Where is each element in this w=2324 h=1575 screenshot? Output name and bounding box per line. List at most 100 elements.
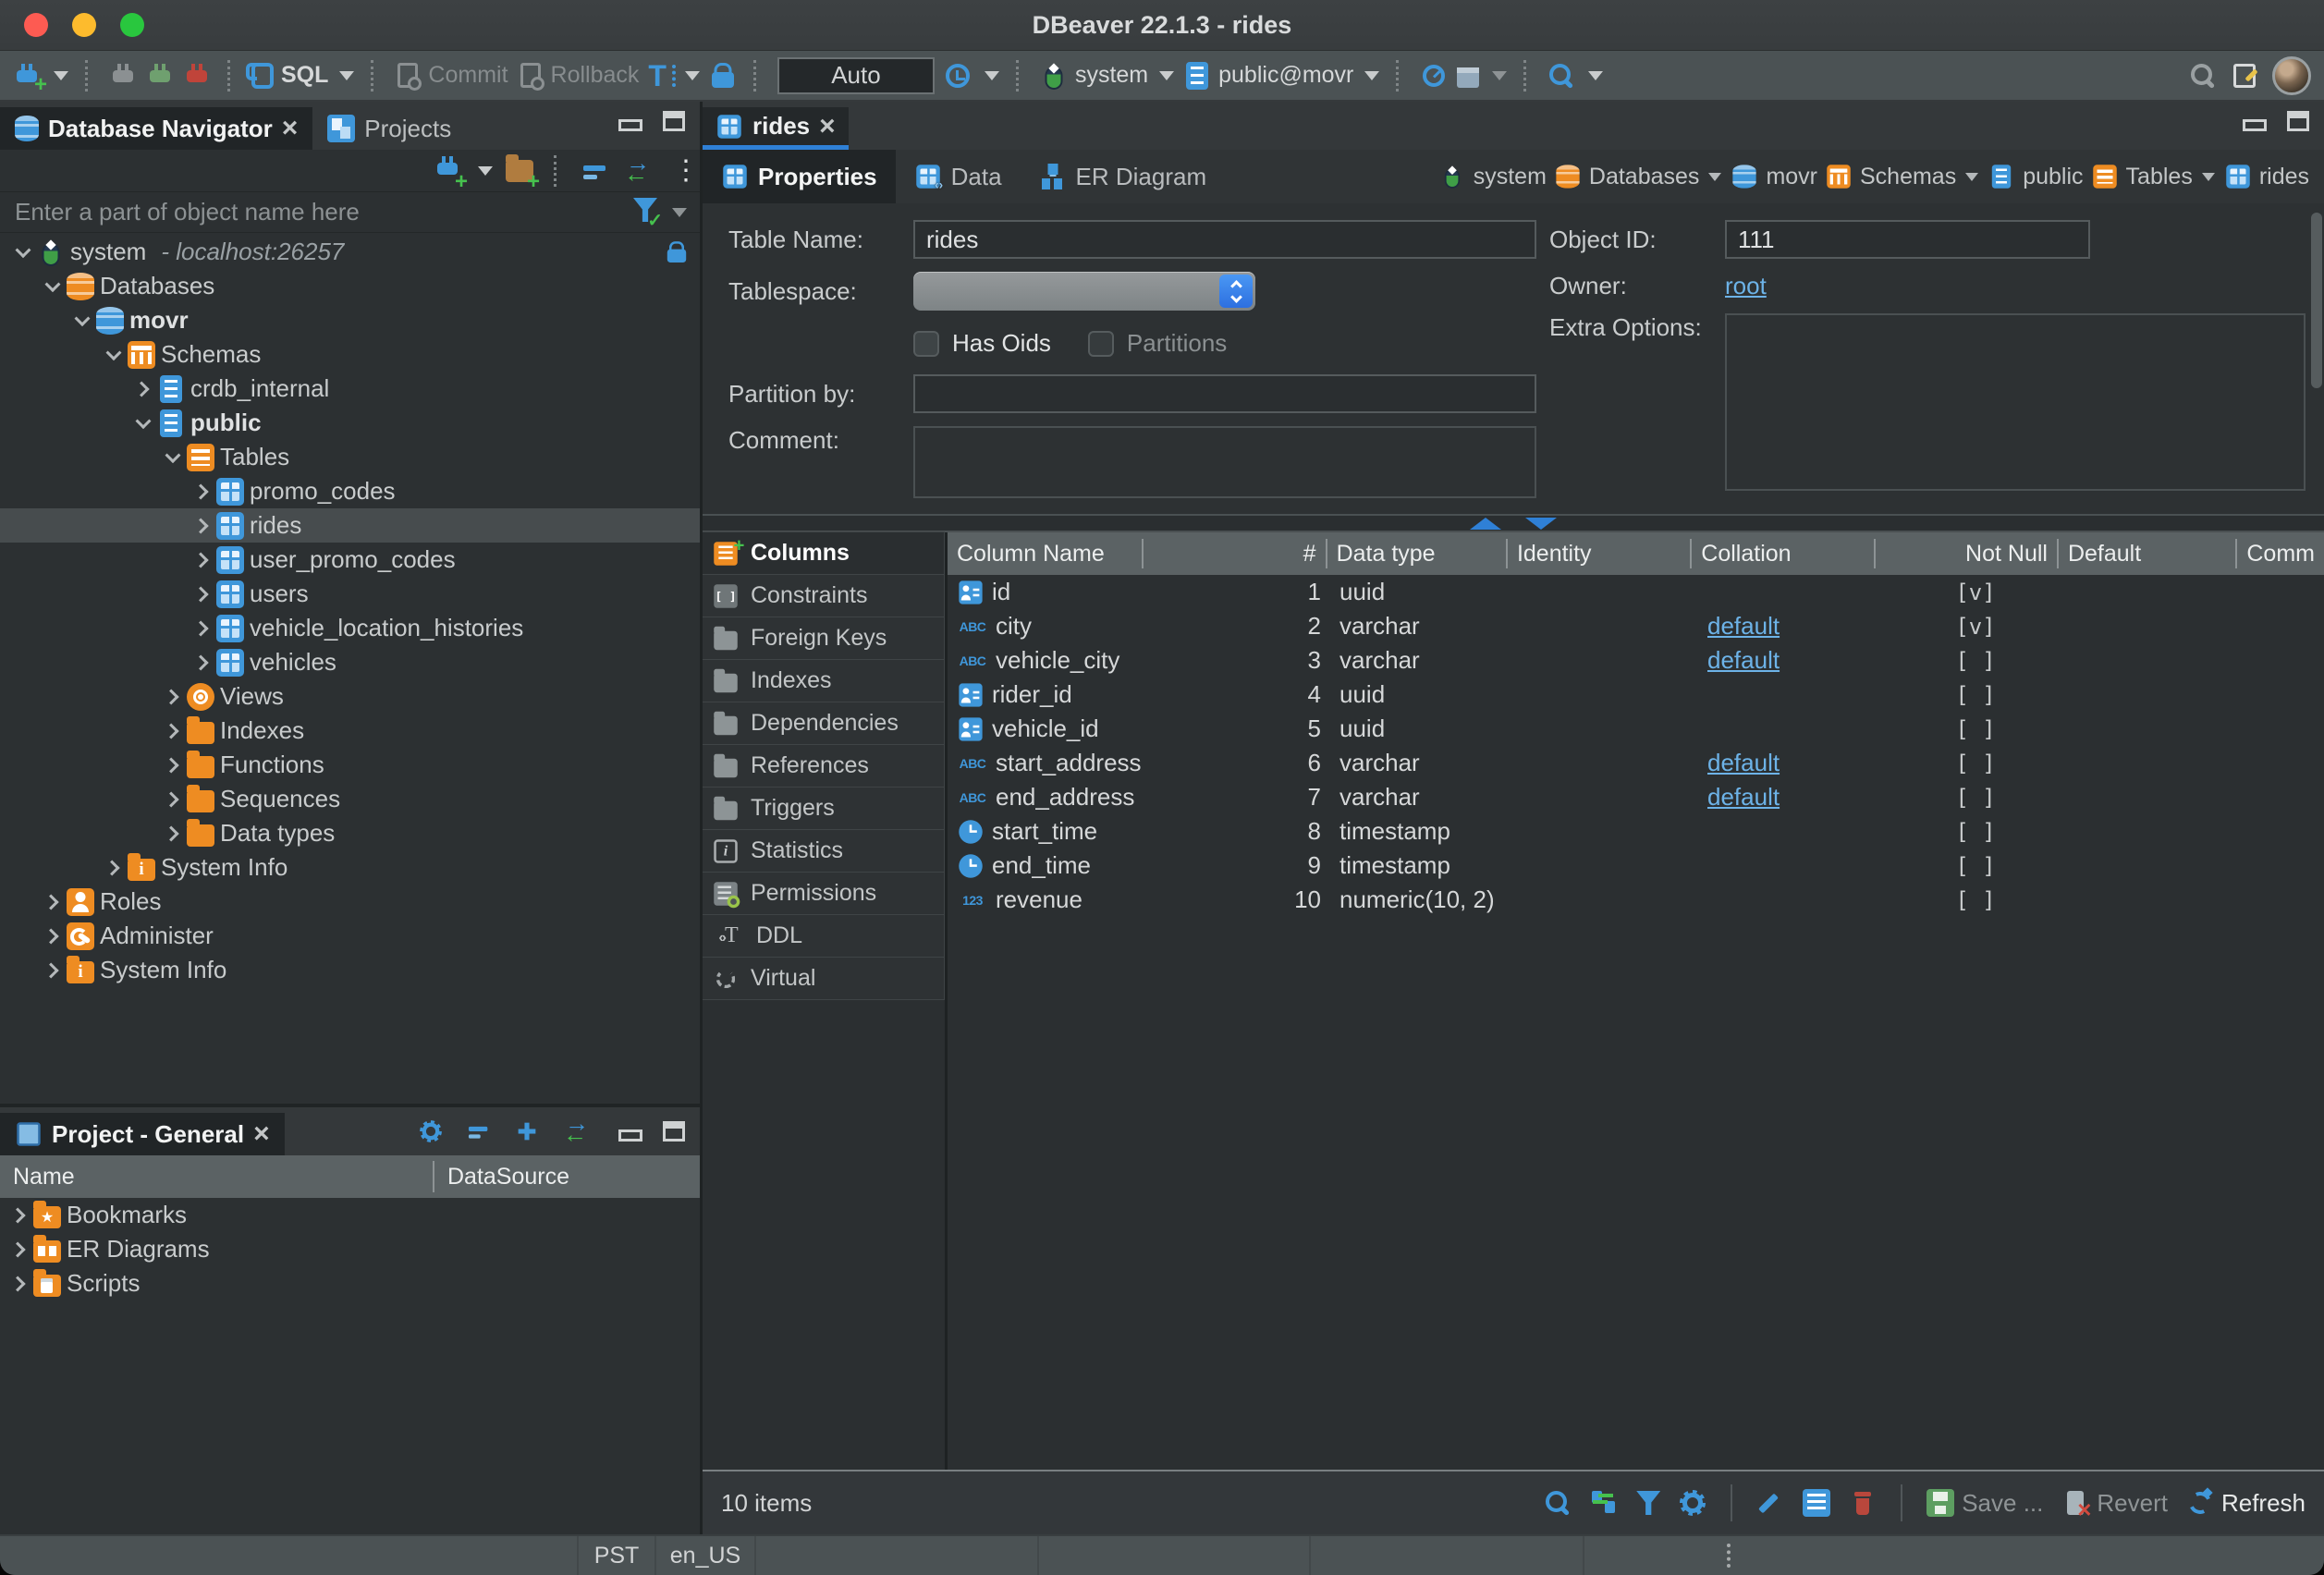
vtab-indexes[interactable]: Indexes (703, 659, 945, 702)
new-folder-button[interactable] (506, 155, 533, 187)
tree-item-system-info[interactable]: System Info (0, 850, 700, 885)
link-with-editor-icon[interactable]: →← (561, 1117, 598, 1146)
chevron-right-icon[interactable] (159, 816, 187, 850)
tab-data[interactable]: ‹› Data (896, 150, 1021, 203)
tree-item-vehicles[interactable]: vehicles (0, 645, 700, 679)
delete-trash-icon[interactable] (1849, 1489, 1877, 1517)
chevron-right-icon[interactable] (189, 543, 216, 577)
extra-options-box[interactable] (1725, 313, 2306, 491)
search-metadata-button[interactable] (1547, 62, 1575, 90)
chevron-right-icon[interactable] (6, 1266, 33, 1300)
tree-item-scripts[interactable]: Scripts (0, 1266, 700, 1300)
table-row[interactable]: vehicle_id 5 uuid [ ] (948, 712, 2324, 746)
status-timezone[interactable]: PST (579, 1536, 656, 1575)
not-null-checkbox[interactable]: [ ] (1955, 785, 1995, 811)
vtab-ddl[interactable]: ‹›T DDL (703, 914, 945, 958)
table-row[interactable]: start_time 8 timestamp [ ] (948, 814, 2324, 849)
vtab-references[interactable]: References (703, 744, 945, 788)
not-null-checkbox[interactable]: [ ] (1955, 716, 1995, 742)
tab-projects[interactable]: Projects (312, 107, 466, 150)
sql-editor-button[interactable]: SQL (251, 62, 354, 89)
has-oids-checkbox[interactable] (913, 331, 939, 357)
not-null-checkbox[interactable]: [ ] (1955, 887, 1995, 913)
breadcrumb-movr[interactable]: movr (1731, 163, 1817, 190)
table-row[interactable]: ABCstart_address 6 varchar default [ ] (948, 746, 2324, 780)
vtab-statistics[interactable]: Statistics (703, 829, 945, 873)
tab-rides-editor[interactable]: rides × (703, 107, 849, 150)
breadcrumb-tables[interactable]: Tables (2091, 163, 2217, 190)
table-row[interactable]: rider_id 4 uuid [ ] (948, 678, 2324, 712)
tree-item-vehicle-location-histories[interactable]: vehicle_location_histories (0, 611, 700, 645)
vtab-dependencies[interactable]: Dependencies (703, 702, 945, 745)
tree-item-system-info-root[interactable]: System Info (0, 953, 700, 987)
tree-item-user-promo-codes[interactable]: user_promo_codes (0, 543, 700, 577)
chevron-right-icon[interactable] (129, 372, 157, 406)
search-icon[interactable] (1544, 1489, 1572, 1517)
tree-item-roles[interactable]: Roles (0, 885, 700, 919)
vtab-constraints[interactable]: Constraints (703, 574, 945, 617)
column-header[interactable]: Collation (1692, 539, 1875, 568)
chevron-right-icon[interactable] (6, 1232, 33, 1266)
view-menu-icon[interactable]: ⋮ (672, 157, 687, 185)
column-header[interactable]: Default (2059, 539, 2237, 568)
save-button[interactable]: Save ... (1926, 1489, 2043, 1518)
minimize-panel-icon[interactable] (618, 1129, 642, 1142)
not-null-checkbox[interactable]: [ ] (1955, 648, 1995, 674)
tree-item-er-diagrams[interactable]: ER Diagrams (0, 1232, 700, 1266)
breadcrumb-system[interactable]: system (1438, 163, 1547, 190)
tree-item-users[interactable]: users (0, 577, 700, 611)
chevron-right-icon[interactable] (159, 782, 187, 816)
column-header[interactable]: Column Name (948, 539, 1144, 568)
breadcrumb-public[interactable]: public (1988, 163, 2083, 190)
search-dropdown[interactable] (1588, 71, 1603, 80)
collation-link[interactable]: default (1707, 783, 1780, 812)
column-header[interactable]: Data type (1327, 539, 1508, 568)
commit-button[interactable]: Commit (395, 62, 508, 89)
tablespace-select[interactable] (913, 272, 1255, 311)
column-header-name[interactable]: Name (0, 1161, 434, 1192)
new-connection-button[interactable] (13, 62, 41, 90)
chevron-down-icon[interactable] (9, 235, 37, 269)
partition-by-input[interactable] (913, 374, 1536, 413)
collapse-all-icon[interactable] (581, 157, 609, 185)
collation-link[interactable]: default (1707, 646, 1780, 675)
not-null-checkbox[interactable]: [ ] (1955, 853, 1995, 879)
compare-icon[interactable] (1590, 1489, 1618, 1517)
maximize-editor-icon[interactable] (2287, 111, 2309, 131)
vtab-columns[interactable]: Columns (703, 531, 945, 575)
active-schema-combo[interactable]: public@movr (1183, 62, 1379, 90)
chevron-right-icon[interactable] (39, 953, 67, 987)
close-icon[interactable]: × (282, 115, 299, 142)
reconnect-button[interactable] (146, 62, 174, 90)
transaction-log-button[interactable] (944, 62, 972, 90)
minimize-editor-icon[interactable] (2243, 119, 2267, 131)
form-scrollbar[interactable] (2311, 213, 2322, 388)
new-connection-toolbar-button[interactable] (434, 154, 461, 187)
comment-textarea[interactable] (913, 426, 1536, 498)
new-connection-caret[interactable] (478, 166, 493, 176)
maximize-panel-icon[interactable] (663, 1121, 685, 1142)
transaction-log-dropdown[interactable] (985, 71, 999, 80)
chevron-right-icon[interactable] (189, 645, 216, 679)
compile-dropdown[interactable] (1492, 71, 1507, 80)
chevron-right-icon[interactable] (159, 714, 187, 748)
chevron-right-icon[interactable] (6, 1198, 33, 1232)
tree-item-bookmarks[interactable]: Bookmarks (0, 1198, 700, 1232)
tree-item-databases[interactable]: Databases (0, 269, 700, 303)
tree-item-system[interactable]: system - localhost:26257 (0, 235, 700, 269)
close-icon[interactable]: × (819, 113, 836, 140)
column-header-datasource[interactable]: DataSource (434, 1161, 700, 1192)
tab-project-general[interactable]: Project - General × (0, 1113, 285, 1155)
filter-settings-button[interactable]: ✓ (633, 198, 657, 226)
gear-icon[interactable] (1679, 1489, 1706, 1517)
partitions-checkbox[interactable] (1088, 331, 1114, 357)
compile-button[interactable] (1457, 64, 1479, 88)
caret-down-icon[interactable] (1708, 173, 1721, 181)
refresh-button[interactable]: Refresh (2186, 1489, 2306, 1518)
lock-button[interactable] (709, 62, 737, 90)
column-header[interactable]: # (1144, 539, 1327, 568)
tab-er-diagram[interactable]: ER Diagram (1021, 150, 1226, 203)
vtab-permissions[interactable]: Permissions (703, 872, 945, 915)
breadcrumb-rides[interactable]: rides (2224, 163, 2309, 190)
not-null-checkbox[interactable]: [v] (1955, 580, 1995, 605)
